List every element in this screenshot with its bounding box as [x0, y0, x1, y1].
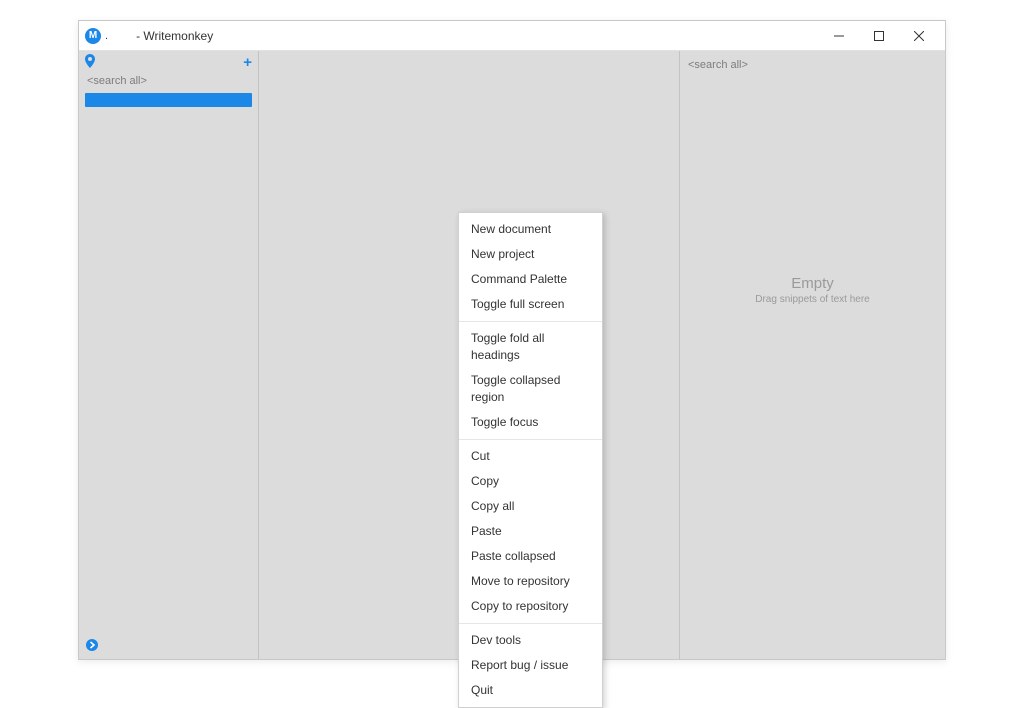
app-icon: M	[85, 28, 101, 44]
menu-paste-collapsed[interactable]: Paste collapsed	[459, 544, 602, 569]
menu-command-palette[interactable]: Command Palette	[459, 267, 602, 292]
menu-paste[interactable]: Paste	[459, 519, 602, 544]
menu-toggle-focus[interactable]: Toggle focus	[459, 410, 602, 435]
menu-separator	[459, 439, 602, 440]
menu-separator	[459, 321, 602, 322]
menu-toggle-collapsed-region[interactable]: Toggle collapsed region	[459, 368, 602, 410]
doc-indicator: .	[105, 30, 108, 42]
left-toolbar: +	[79, 51, 258, 71]
titlebar: M . - Writemonkey	[79, 21, 945, 51]
menu-copy-all[interactable]: Copy all	[459, 494, 602, 519]
context-menu: New document New project Command Palette…	[458, 212, 603, 708]
maximize-button[interactable]	[859, 21, 899, 51]
empty-subtitle: Drag snippets of text here	[755, 294, 870, 305]
pin-icon[interactable]	[85, 54, 95, 71]
window-controls	[819, 21, 939, 51]
document-item-selected[interactable]	[85, 93, 252, 107]
left-search-input[interactable]: <search all>	[79, 71, 258, 91]
menu-new-project[interactable]: New project	[459, 242, 602, 267]
right-panel: <search all> Empty Drag snippets of text…	[679, 51, 945, 659]
right-search-input[interactable]: <search all>	[680, 51, 945, 75]
left-panel: + <search all>	[79, 51, 259, 659]
menu-toggle-fold-headings[interactable]: Toggle fold all headings	[459, 326, 602, 368]
content-area: + <search all> <search all> Empty Drag s…	[79, 51, 945, 659]
menu-dev-tools[interactable]: Dev tools	[459, 628, 602, 653]
expand-icon[interactable]	[85, 638, 99, 655]
menu-report-bug[interactable]: Report bug / issue	[459, 653, 602, 678]
menu-toggle-full-screen[interactable]: Toggle full screen	[459, 292, 602, 317]
menu-copy[interactable]: Copy	[459, 469, 602, 494]
close-button[interactable]	[899, 21, 939, 51]
window-title: - Writemonkey	[136, 29, 213, 43]
snippets-empty-state: Empty Drag snippets of text here	[680, 75, 945, 659]
add-icon[interactable]: +	[243, 54, 252, 71]
menu-separator	[459, 623, 602, 624]
app-window: M . - Writemonkey + <search all>	[78, 20, 946, 660]
empty-title: Empty	[791, 275, 834, 292]
menu-copy-to-repository[interactable]: Copy to repository	[459, 594, 602, 619]
minimize-button[interactable]	[819, 21, 859, 51]
menu-move-to-repository[interactable]: Move to repository	[459, 569, 602, 594]
menu-cut[interactable]: Cut	[459, 444, 602, 469]
menu-new-document[interactable]: New document	[459, 217, 602, 242]
